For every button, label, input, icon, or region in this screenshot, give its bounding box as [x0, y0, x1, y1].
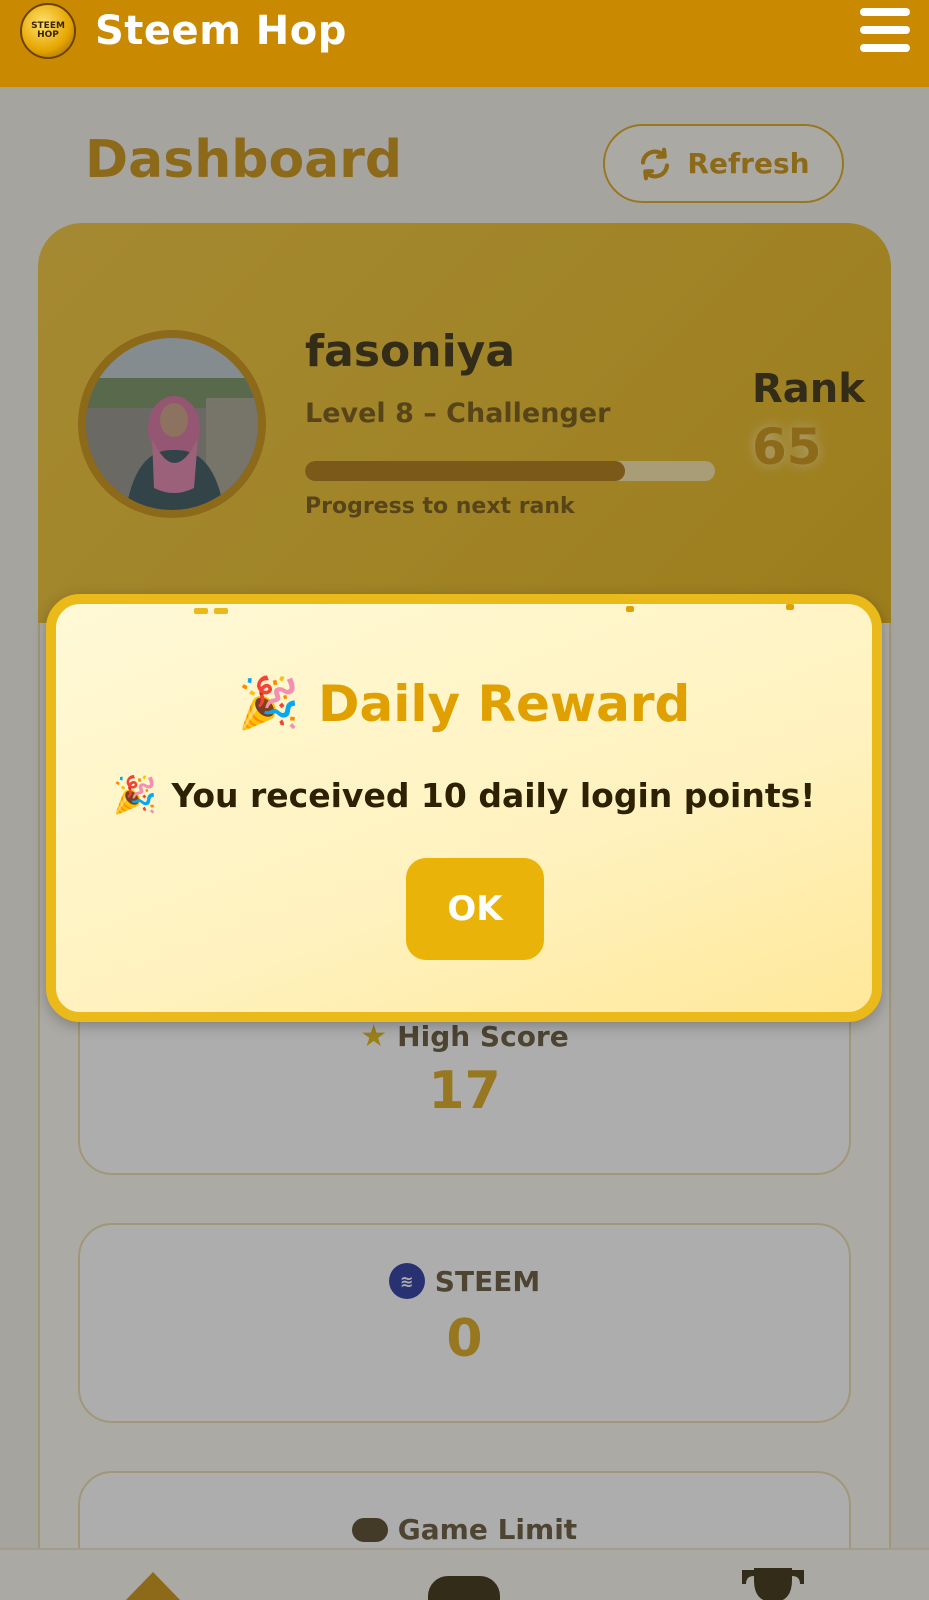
- confetti-piece: [626, 606, 634, 612]
- menu-line: [860, 8, 910, 16]
- confetti-piece: [194, 608, 208, 614]
- hamburger-menu-icon[interactable]: [860, 8, 910, 52]
- confetti-piece: [786, 604, 794, 610]
- modal-title: Daily Reward: [317, 674, 691, 733]
- confetti-piece: [214, 608, 228, 614]
- app-logo[interactable]: STEEM HOP: [20, 3, 76, 59]
- menu-line: [860, 26, 910, 34]
- app-title: Steem Hop: [95, 8, 347, 54]
- modal-message-row: 🎉 You received 10 daily login points!: [56, 774, 872, 816]
- party-popper-icon: 🎉: [237, 674, 300, 732]
- modal-message: You received 10 daily login points!: [171, 775, 816, 815]
- top-bar: STEEM HOP Steem Hop: [0, 0, 929, 87]
- daily-reward-modal: 🎉 Daily Reward 🎉 You received 10 daily l…: [46, 594, 882, 1022]
- ok-button[interactable]: OK: [406, 858, 544, 960]
- logo-text: STEEM HOP: [31, 21, 65, 40]
- modal-title-row: 🎉 Daily Reward: [56, 674, 872, 733]
- menu-line: [860, 44, 910, 52]
- party-popper-icon: 🎉: [112, 775, 158, 816]
